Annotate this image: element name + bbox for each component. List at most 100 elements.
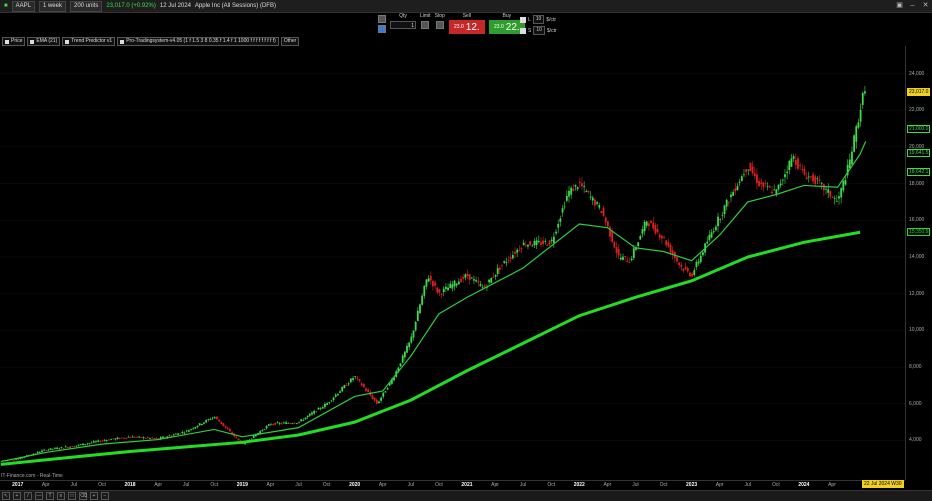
candle-body <box>121 437 123 439</box>
candle-body <box>207 419 210 421</box>
candle-body <box>302 419 305 421</box>
zoom-out-icon[interactable]: − <box>101 492 109 500</box>
candle-body <box>86 443 89 445</box>
candle-body <box>581 183 583 187</box>
x-tick-label: Oct <box>435 482 443 488</box>
candle-body <box>859 109 862 122</box>
candle-body <box>406 345 408 353</box>
candle-body <box>112 438 115 440</box>
candle-body <box>570 187 573 195</box>
candle-body <box>373 397 376 401</box>
candle-body <box>773 189 776 191</box>
candle-body <box>339 391 341 393</box>
candle-body <box>835 200 838 202</box>
candle-body <box>466 274 469 277</box>
line-tool-icon[interactable]: / <box>24 492 32 500</box>
candle-body <box>315 410 318 412</box>
candle-body <box>676 257 678 262</box>
candle-body <box>462 276 465 279</box>
price-tag: 19,641.5 <box>907 149 931 158</box>
candle-body <box>473 279 475 281</box>
candle-body <box>190 429 192 430</box>
candle-body <box>270 424 272 426</box>
candle-body <box>261 430 264 432</box>
candle-body <box>749 162 752 172</box>
candle-body <box>196 425 199 428</box>
candle-body <box>527 244 529 247</box>
data-source: IT-Finance.com - Real-Time <box>1 473 63 479</box>
candle-body <box>79 444 82 446</box>
x-tick-label: Apr <box>41 482 50 488</box>
candle-body <box>803 169 806 175</box>
candle-body <box>848 159 851 169</box>
candle-body <box>760 182 763 185</box>
candle-body <box>380 397 383 401</box>
candle-body <box>747 169 750 171</box>
candle-body <box>810 176 812 178</box>
candle-body <box>667 242 670 247</box>
drawing-toolbar: ↖ + / — T ≡ □ ⌫ + − <box>0 490 932 501</box>
candle-body <box>125 437 128 439</box>
candle-body <box>706 241 709 244</box>
minimize-icon[interactable]: – <box>909 2 916 9</box>
candle-body <box>105 440 108 441</box>
candle-body <box>185 430 188 432</box>
crosshair-icon[interactable]: + <box>13 492 21 500</box>
x-tick-label: Apr <box>603 482 612 488</box>
text-tool-icon[interactable]: T <box>46 492 54 500</box>
candle-body <box>375 399 378 404</box>
candle-body <box>680 264 683 267</box>
candle-body <box>805 177 808 180</box>
candle-body <box>684 266 687 270</box>
candle-body <box>598 205 601 208</box>
candle-body <box>75 445 78 447</box>
zoom-in-icon[interactable]: + <box>90 492 98 500</box>
candle-body <box>829 190 832 197</box>
candle-body <box>432 280 434 287</box>
time-axis[interactable]: 2017 Apr Jul Oct 2018 Apr Jul Oct 2019 Apr Jul Oct 2… <box>0 480 905 490</box>
candle-body <box>784 174 786 178</box>
candle-body <box>689 272 691 277</box>
fibonacci-icon[interactable]: ≡ <box>57 492 65 500</box>
candle-body <box>697 261 700 264</box>
x-tick-label: Apr <box>266 482 275 488</box>
candle-body <box>596 202 598 204</box>
horizontal-line-icon[interactable]: — <box>35 492 43 500</box>
candle-body <box>287 422 290 424</box>
candle-body <box>540 242 542 245</box>
candle-body <box>691 273 694 277</box>
candle-body <box>812 174 814 182</box>
x-tick-label: 2024 <box>798 482 810 488</box>
candle-body <box>164 436 167 438</box>
candle-body <box>384 391 387 393</box>
candle-body <box>494 274 497 277</box>
candle-body <box>546 245 549 246</box>
candle-body <box>585 190 588 192</box>
candle-body <box>725 199 728 207</box>
price-axis[interactable]: 4,000 6,000 8,000 10,000 12,000 14,000 16,000 1… <box>905 46 932 480</box>
candle-body <box>151 437 154 439</box>
price-chart[interactable] <box>0 0 905 480</box>
close-icon[interactable]: ✕ <box>922 2 929 9</box>
eraser-icon[interactable]: ⌫ <box>79 492 87 500</box>
candle-body <box>797 158 799 169</box>
rectangle-icon[interactable]: □ <box>68 492 76 500</box>
candle-body <box>412 330 415 338</box>
candle-body <box>451 284 454 289</box>
candle-body <box>855 126 858 142</box>
x-tick-label: Apr <box>828 482 836 488</box>
candle-body <box>181 431 184 433</box>
candle-body <box>788 160 791 170</box>
candle-body <box>630 258 633 261</box>
candle-body <box>632 248 635 258</box>
cursor-icon[interactable]: ↖ <box>2 492 10 500</box>
candle-body <box>54 447 56 449</box>
candle-body <box>92 441 95 443</box>
candle-body <box>82 443 84 446</box>
x-tick-label: Oct <box>771 482 780 488</box>
x-tick-label: Jul <box>407 482 415 488</box>
candle-body <box>367 389 370 393</box>
candle-body <box>218 419 221 422</box>
candle-body <box>67 447 69 448</box>
date-badge: 22 Jul 2024 W30 <box>862 480 904 488</box>
